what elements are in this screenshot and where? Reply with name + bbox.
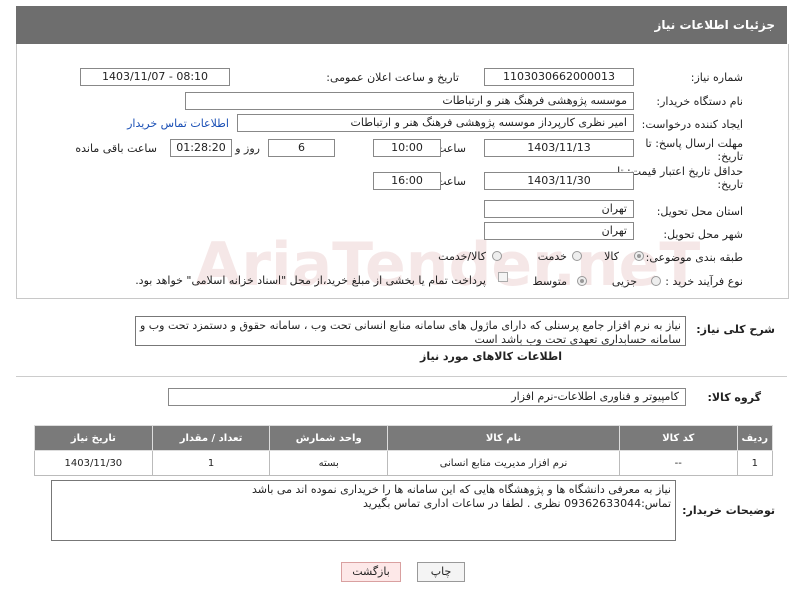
goods-group-label: گروه کالا: <box>707 391 761 404</box>
creator-label: ایجاد کننده درخواست: <box>641 118 743 131</box>
creator-field: امیر نظری کارپرداز موسسه پژوهشی فرهنگ هن… <box>237 114 634 132</box>
city-label: شهر محل تحویل: <box>663 228 743 241</box>
divider <box>16 376 787 377</box>
watermark-logo: AriaTender.neT <box>195 230 701 300</box>
col-row: ردیف <box>736 425 774 451</box>
goods-section-title: اطلاعات کالاهای مورد نیاز <box>420 350 562 363</box>
goods-group-field: کامپیوتر و فناوری اطلاعات-نرم افزار <box>168 388 686 406</box>
row-date: 1403/11/30 <box>34 450 153 476</box>
process-label: نوع فرآیند خرید : <box>665 275 743 288</box>
description-text: نیاز به نرم افزار جامع پرسنلی که دارای م… <box>135 316 686 346</box>
deadline-label: مهلت ارسال پاسخ: تا تاریخ: <box>645 137 743 163</box>
need-number-label: شماره نیاز: <box>690 71 743 84</box>
validity-time-field: 16:00 <box>373 172 441 190</box>
category-label: طبقه بندی موضوعی: <box>645 251 743 264</box>
process-radio-medium[interactable] <box>577 276 587 286</box>
print-button[interactable]: چاپ <box>417 562 465 582</box>
category-option-service: خدمت <box>537 250 567 263</box>
process-radio-minor[interactable] <box>651 276 661 286</box>
buyer-notes-text: نیاز به معرفی دانشگاه ها و پژوهشگاه هایی… <box>51 480 676 541</box>
buyer-notes-line-1: نیاز به معرفی دانشگاه ها و پژوهشگاه هایی… <box>252 483 671 496</box>
table-row: 1 -- نرم افزار مدیریت منابع انسانی بسته … <box>34 450 774 476</box>
process-option-minor: جزیی <box>611 275 637 288</box>
deadline-date-field: 1403/11/13 <box>484 139 634 157</box>
buyer-notes-line-2: تماس:09362633044 نظری . لطفا در ساعات اد… <box>363 497 671 510</box>
remaining-label: ساعت باقی مانده <box>75 142 157 155</box>
page-header: جزئیات اطلاعات نیاز <box>16 6 787 44</box>
category-option-goods: کالا <box>604 250 619 263</box>
category-radio-goods-service[interactable] <box>492 251 502 261</box>
buyer-label: نام دستگاه خریدار: <box>656 95 743 108</box>
treasury-payment-text: پرداخت تمام یا بخشی از مبلغ خرید،از محل … <box>135 274 486 287</box>
back-button[interactable]: بازگشت <box>341 562 401 582</box>
buyer-field: موسسه پژوهشی فرهنگ هنر و ارتباطات <box>185 92 634 110</box>
row-code: -- <box>618 450 738 476</box>
col-unit: واحد شمارش <box>269 425 389 451</box>
goods-table: ردیف کد کالا نام کالا واحد شمارش تعداد /… <box>34 425 774 476</box>
need-number-field: 1103030662000013 <box>484 68 634 86</box>
category-radio-service[interactable] <box>572 251 582 261</box>
buyer-notes-label: توضیحات خریدار: <box>682 504 775 517</box>
validity-date-field: 1403/11/30 <box>484 172 634 190</box>
province-field: تهران <box>484 200 634 218</box>
category-radio-goods[interactable] <box>634 251 644 261</box>
announce-field: 1403/11/07 - 08:10 <box>80 68 230 86</box>
goods-table-header: ردیف کد کالا نام کالا واحد شمارش تعداد /… <box>34 425 774 451</box>
days-field: 6 <box>268 139 335 157</box>
page-title: جزئیات اطلاعات نیاز <box>654 18 775 32</box>
announce-label: تاریخ و ساعت اعلان عمومی: <box>326 71 459 84</box>
process-option-medium: متوسط <box>532 275 567 288</box>
buyer-contact-link[interactable]: اطلاعات تماس خریدار <box>127 117 229 130</box>
city-field: تهران <box>484 222 634 240</box>
row-unit: بسته <box>269 450 389 476</box>
row-qty: 1 <box>151 450 271 476</box>
deadline-time-field: 10:00 <box>373 139 441 157</box>
row-number: 1 <box>736 450 774 476</box>
col-qty: تعداد / مقدار <box>151 425 271 451</box>
col-code: کد کالا <box>618 425 738 451</box>
province-label: استان محل تحویل: <box>656 205 743 218</box>
row-name: نرم افزار مدیریت منابع انسانی <box>387 450 620 476</box>
col-date: تاریخ نیاز <box>34 425 153 451</box>
category-option-goods-service: کالا/خدمت <box>438 250 486 263</box>
remaining-time-field: 01:28:20 <box>170 139 232 157</box>
treasury-payment-checkbox[interactable] <box>498 272 508 282</box>
days-label: روز و <box>235 142 260 155</box>
col-name: نام کالا <box>387 425 620 451</box>
description-label: شرح کلی نیاز: <box>696 323 775 336</box>
